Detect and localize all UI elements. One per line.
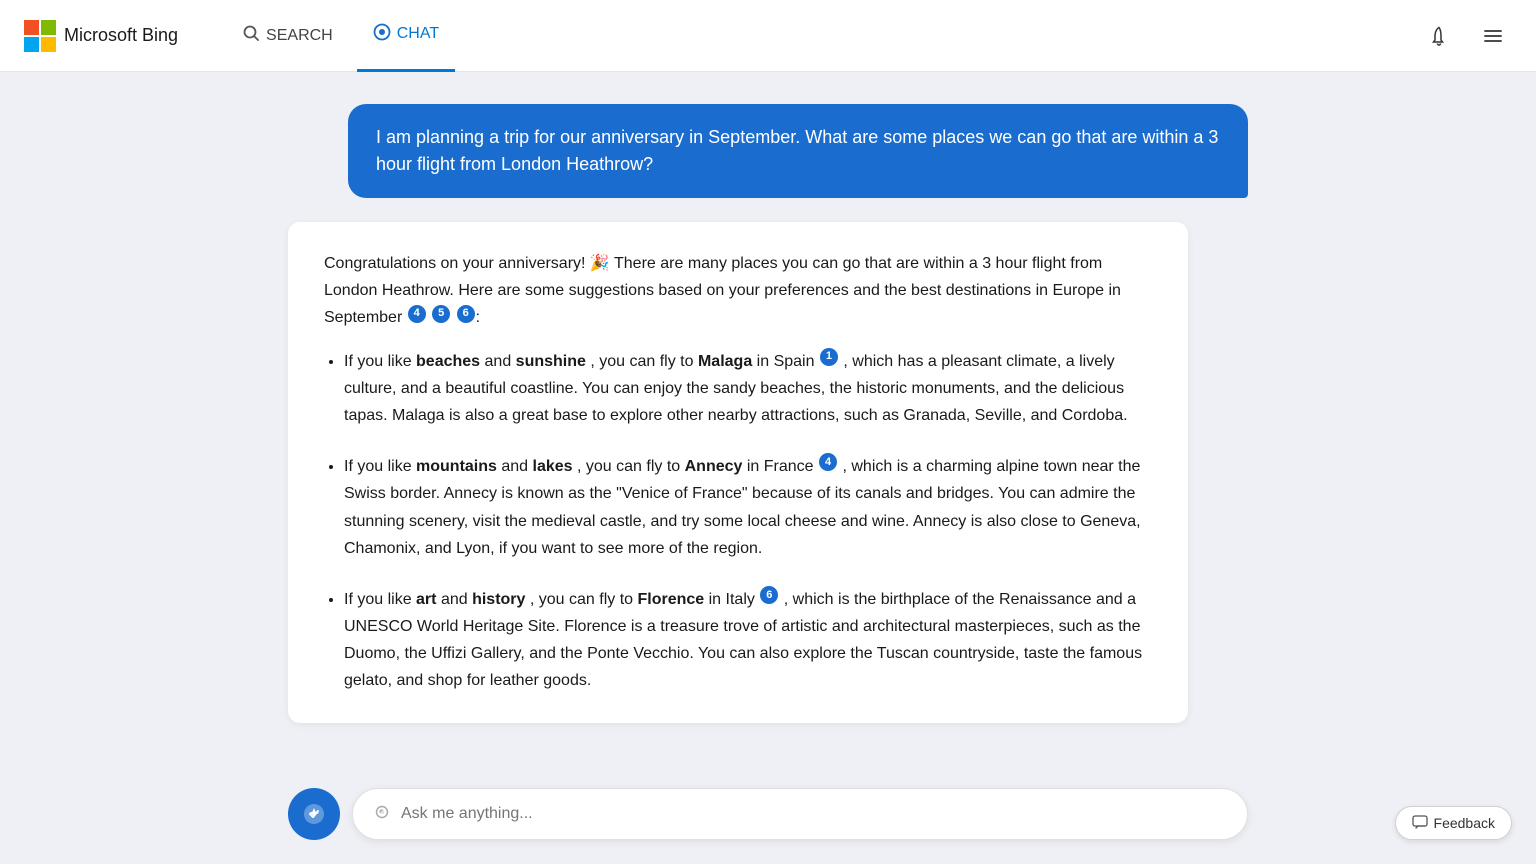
feedback-label: Feedback [1434,815,1495,831]
destination-malaga: If you like beaches and sunshine , you c… [344,348,1152,430]
header-actions [1420,17,1512,55]
notifications-button[interactable] [1420,17,1458,55]
ref-badge-1[interactable]: 1 [820,348,838,366]
keyword-history: history [472,591,525,608]
city-florence: Florence [637,591,704,608]
user-message: I am planning a trip for our anniversary… [348,104,1248,198]
chat-nav-icon [373,23,391,46]
ms-logo-icon [24,20,56,52]
ai-response-card: Congratulations on your anniversary! 🎉 T… [288,222,1188,723]
nav-search[interactable]: SEARCH [226,0,349,72]
copilot-icon [300,800,328,828]
ref-badge-6b[interactable]: 6 [760,586,778,604]
keyword-art: art [416,591,436,608]
bell-icon [1428,25,1450,47]
input-inner [288,788,1248,840]
header: Microsoft Bing SEARCH CHAT [0,0,1536,72]
city-malaga: Malaga [698,353,752,370]
main-nav: SEARCH CHAT [226,0,455,72]
keyword-sunshine: sunshine [516,353,586,370]
search-input-wrapper[interactable] [352,788,1248,840]
user-message-text: I am planning a trip for our anniversary… [376,127,1218,174]
ai-intro-paragraph: Congratulations on your anniversary! 🎉 T… [324,250,1152,332]
keyword-lakes: lakes [533,458,573,475]
destination-florence: If you like art and history , you can fl… [344,586,1152,695]
keyword-beaches: beaches [416,353,480,370]
ref-badge-4b[interactable]: 4 [819,453,837,471]
nav-search-label: SEARCH [266,27,333,45]
nav-chat[interactable]: CHAT [357,0,455,72]
city-annecy: Annecy [685,458,743,475]
keyword-mountains: mountains [416,458,497,475]
hamburger-icon [1482,25,1504,47]
hamburger-menu-button[interactable] [1474,17,1512,55]
main-content: I am planning a trip for our anniversary… [0,72,1536,864]
input-area [0,772,1536,864]
destination-annecy: If you like mountains and lakes , you ca… [344,453,1152,562]
ref-badge-6a[interactable]: 6 [457,305,475,323]
search-nav-icon [242,24,260,47]
nav-chat-label: CHAT [397,25,439,43]
copilot-button[interactable] [288,788,340,840]
feedback-button[interactable]: Feedback [1395,806,1512,840]
chat-input[interactable] [401,805,1227,823]
input-search-icon [373,803,391,826]
ref-badge-4[interactable]: 4 [408,305,426,323]
feedback-icon [1412,815,1428,831]
destinations-list: If you like beaches and sunshine , you c… [344,348,1152,695]
chat-container: I am planning a trip for our anniversary… [288,104,1248,723]
logo-text: Microsoft Bing [64,25,178,46]
logo[interactable]: Microsoft Bing [24,20,178,52]
ref-badge-5[interactable]: 5 [432,305,450,323]
